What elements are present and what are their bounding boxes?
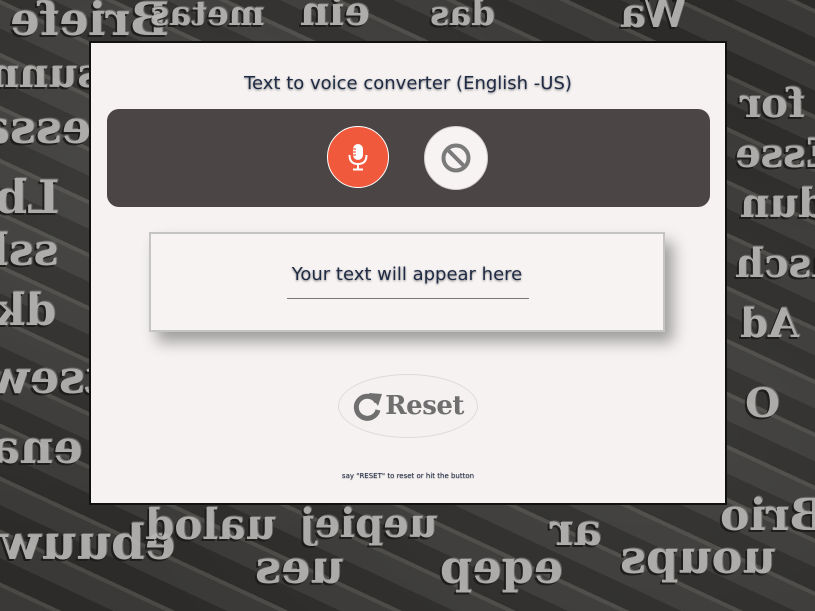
refresh-icon [353, 393, 383, 421]
controls-bar [107, 109, 710, 207]
reset-label: Reset [385, 391, 464, 421]
block-icon [441, 143, 471, 173]
page-title: Text to voice converter (English -US) [244, 73, 572, 94]
stop-button[interactable] [424, 126, 488, 190]
reset-button[interactable]: Reset [338, 374, 478, 438]
transcript-output: Your text will appear here [149, 232, 665, 332]
microphone-button[interactable] [327, 126, 389, 188]
converter-card: Text to voice converter (English -US) Yo… [89, 41, 727, 505]
reset-hint: say "RESET" to reset or hit the button [341, 472, 475, 480]
transcript-underline [287, 298, 529, 299]
transcript-placeholder: Your text will appear here [291, 264, 523, 285]
microphone-icon [348, 144, 368, 171]
